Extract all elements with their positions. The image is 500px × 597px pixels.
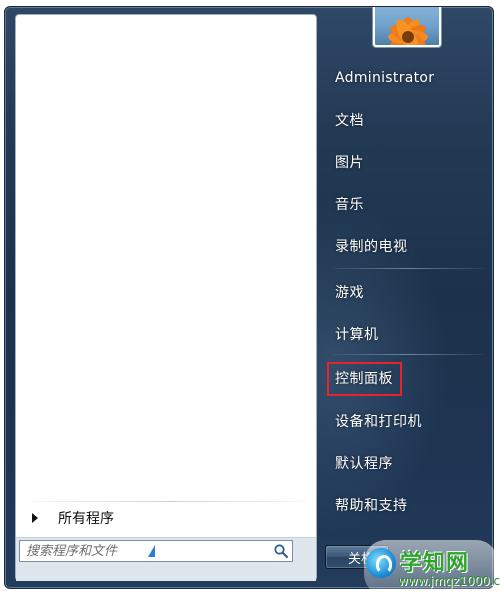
watermark-title: 学知网 <box>400 551 470 576</box>
watermark-url: www.jmqz1000.com <box>398 574 500 588</box>
user-name-link[interactable]: Administrator <box>329 63 487 93</box>
menu-item-default-programs[interactable]: 默认程序 <box>329 448 487 478</box>
all-programs-label: 所有程序 <box>58 511 114 527</box>
all-programs-button[interactable]: 所有程序 <box>24 505 308 531</box>
search-input[interactable] <box>26 542 262 560</box>
search-icon[interactable] <box>273 543 289 559</box>
menu-separator <box>333 354 483 355</box>
user-avatar[interactable] <box>373 7 441 47</box>
flower-avatar-icon <box>388 17 428 45</box>
menu-item-music[interactable]: 音乐 <box>329 189 487 219</box>
triangle-right-icon <box>32 513 38 523</box>
search-box[interactable] <box>19 540 293 562</box>
menu-item-documents[interactable]: 文档 <box>329 105 487 135</box>
menu-item-pictures[interactable]: 图片 <box>329 147 487 177</box>
programs-divider <box>30 501 308 502</box>
menu-item-devices-printers[interactable]: 设备和打印机 <box>329 406 487 436</box>
site-logo-icon <box>366 548 396 578</box>
control-panel-highlight <box>327 362 402 396</box>
menu-item-help-support[interactable]: 帮助和支持 <box>329 490 487 520</box>
menu-item-computer[interactable]: 计算机 <box>329 319 487 349</box>
start-menu: 所有程序 Administrator 文档 图片 音乐 <box>4 6 494 589</box>
programs-pane: 所有程序 <box>15 14 317 581</box>
menu-item-recorded-tv[interactable]: 录制的电视 <box>329 231 487 261</box>
pinned-programs-list <box>16 15 316 490</box>
menu-item-games[interactable]: 游戏 <box>329 277 487 307</box>
site-watermark: 学知网 www.jmqz1000.com <box>364 540 500 596</box>
menu-separator <box>333 268 483 269</box>
